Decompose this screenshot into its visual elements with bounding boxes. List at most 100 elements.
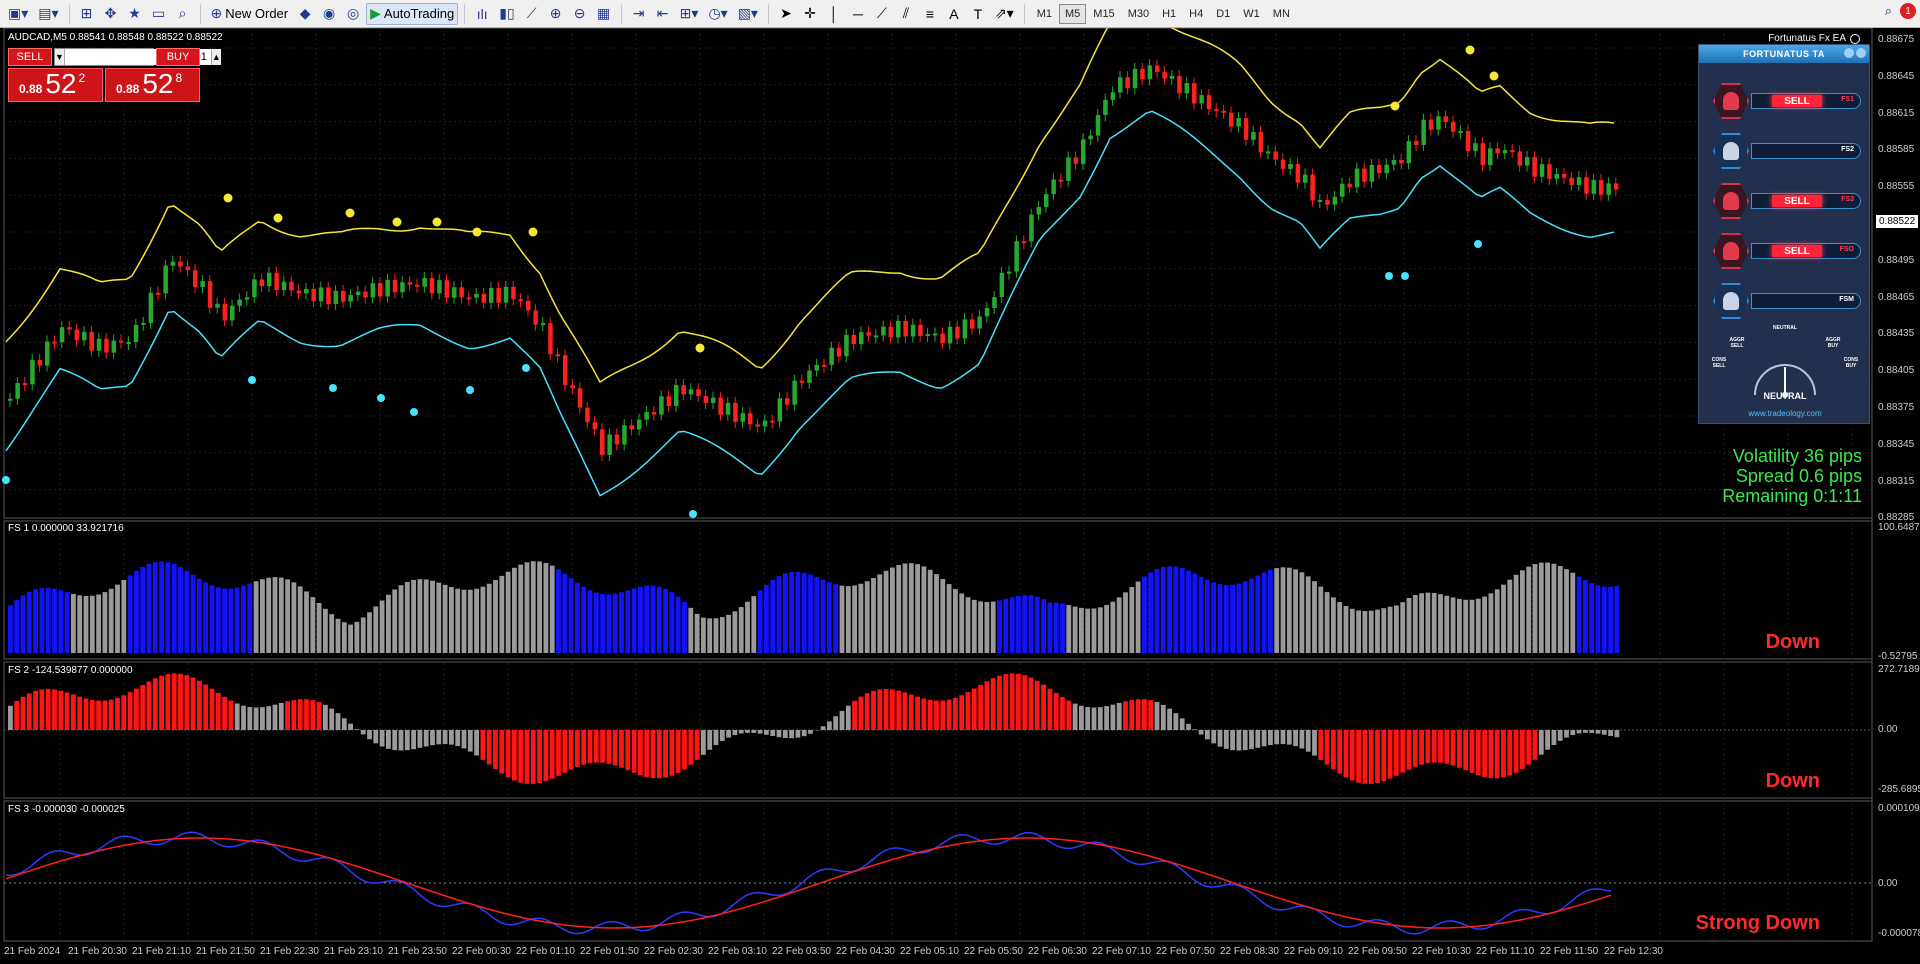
trendline-icon[interactable]: ⟋ bbox=[871, 3, 893, 25]
sell-button[interactable]: SELL bbox=[8, 48, 52, 66]
periods-icon[interactable]: ◷▾ bbox=[704, 3, 731, 25]
zoom-in-icon[interactable]: ⊕ bbox=[545, 3, 567, 25]
candle-body bbox=[37, 359, 43, 366]
bid-price-button[interactable]: 0.88 52 2 bbox=[8, 68, 103, 102]
tile-windows-icon[interactable]: ▦ bbox=[593, 3, 615, 25]
horizontal-line-icon[interactable]: ─ bbox=[847, 3, 869, 25]
fs1-bar bbox=[1274, 568, 1280, 653]
fs2-bar bbox=[329, 708, 335, 730]
timeframe-m15[interactable]: M15 bbox=[1087, 4, 1120, 24]
fs2-bar bbox=[1545, 730, 1550, 750]
line-chart-icon[interactable]: ⟋ bbox=[521, 3, 543, 25]
signals-icon[interactable]: ◉ bbox=[318, 3, 340, 25]
timeframe-h1[interactable]: H1 bbox=[1156, 4, 1182, 24]
fs2-bar bbox=[1079, 705, 1084, 730]
timeframe-w1[interactable]: W1 bbox=[1237, 4, 1266, 24]
fs2-bar bbox=[745, 730, 750, 733]
lot-up-icon[interactable]: ▲ bbox=[210, 49, 221, 65]
candle-body bbox=[163, 265, 168, 294]
timeframe-mn[interactable]: MN bbox=[1267, 4, 1296, 24]
fortunatus-url[interactable]: www.tradeology.com bbox=[1699, 409, 1871, 418]
candle-body bbox=[252, 279, 257, 298]
fs1-bar bbox=[1097, 607, 1103, 653]
fs1-bar bbox=[360, 617, 366, 653]
toolbar-right: ⌕ 1 bbox=[1885, 3, 1916, 19]
fs2-bar bbox=[474, 730, 479, 756]
fs2-bar bbox=[1003, 674, 1009, 730]
fs1-bar bbox=[537, 561, 542, 653]
notification-badge[interactable]: 1 bbox=[1900, 3, 1916, 19]
vertical-line-icon[interactable]: │ bbox=[823, 3, 845, 25]
fs2-bar bbox=[348, 723, 353, 730]
candle-body bbox=[1591, 180, 1597, 194]
signal-code: FS3 bbox=[1841, 196, 1854, 203]
lot-down-icon[interactable]: ▼ bbox=[55, 49, 65, 65]
buy-button[interactable]: BUY bbox=[156, 48, 200, 66]
data-window-icon[interactable]: ✥ bbox=[100, 3, 122, 25]
timeframe-m1[interactable]: M1 bbox=[1031, 4, 1058, 24]
fibonacci-icon[interactable]: ≡ bbox=[919, 3, 941, 25]
fs1-bar bbox=[386, 594, 391, 653]
search-icon[interactable]: ⌕ bbox=[1885, 3, 1892, 19]
templates-icon[interactable]: ▧▾ bbox=[734, 3, 762, 25]
arrows-icon[interactable]: ⇗▾ bbox=[991, 3, 1018, 25]
fs2-bar bbox=[45, 688, 51, 730]
bid-big: 52 bbox=[45, 68, 77, 99]
cursor-icon[interactable]: ➤ bbox=[775, 3, 797, 25]
metaeditor-icon[interactable]: ◆ bbox=[294, 3, 316, 25]
auto-scroll-icon[interactable]: ⇥ bbox=[628, 3, 650, 25]
chart-shift-icon[interactable]: ⇤ bbox=[652, 3, 674, 25]
chart-canvas[interactable] bbox=[0, 28, 1920, 964]
market-watch-icon[interactable]: ⊞ bbox=[76, 3, 98, 25]
terminal-icon[interactable]: ▭ bbox=[148, 3, 170, 25]
fs2-bar bbox=[323, 704, 328, 730]
candlestick-icon[interactable]: ▮▯ bbox=[495, 3, 518, 25]
navigator-icon[interactable]: ★ bbox=[124, 3, 146, 25]
timeframe-m30[interactable]: M30 bbox=[1122, 4, 1155, 24]
profiles-icon[interactable]: ▤▾ bbox=[34, 3, 62, 25]
candle-body bbox=[104, 338, 109, 353]
fs1-bar bbox=[1129, 586, 1135, 653]
ask-price-button[interactable]: 0.88 52 8 bbox=[105, 68, 200, 102]
channel-icon[interactable]: ⫽ bbox=[895, 3, 917, 25]
indicators-icon[interactable]: ⊞▾ bbox=[676, 3, 703, 25]
chart-window[interactable]: AUDCAD,M5 0.88541 0.88548 0.88522 0.8852… bbox=[0, 28, 1920, 964]
fs2-bar bbox=[1135, 699, 1141, 730]
signal-bar: SELL FSO bbox=[1751, 243, 1861, 259]
timeframe-d1[interactable]: D1 bbox=[1210, 4, 1236, 24]
fs2-bar bbox=[877, 689, 883, 730]
text-label-icon[interactable]: T bbox=[967, 3, 989, 25]
time-axis-label: 22 Feb 06:30 bbox=[1028, 946, 1087, 957]
candle-body bbox=[1236, 118, 1241, 127]
timeframe-h4[interactable]: H4 bbox=[1183, 4, 1209, 24]
fs2-bar bbox=[1457, 730, 1462, 768]
candle-body bbox=[1206, 95, 1212, 110]
lot-size-control: ▼ ▲ bbox=[54, 48, 221, 66]
close-icon[interactable] bbox=[1856, 48, 1866, 58]
zoom-out-icon[interactable]: ⊖ bbox=[569, 3, 591, 25]
fs2-bar bbox=[1362, 730, 1368, 784]
fs2-bar bbox=[1186, 723, 1191, 730]
bar-chart-icon[interactable]: ılı bbox=[471, 3, 493, 25]
fs2-bar bbox=[606, 730, 612, 764]
new-chart-icon[interactable]: ▣▾ bbox=[4, 3, 32, 25]
timeframe-m5[interactable]: M5 bbox=[1059, 3, 1087, 24]
candle-body bbox=[637, 419, 642, 430]
fs1-bar bbox=[171, 564, 177, 653]
candle-body bbox=[30, 359, 35, 385]
main-pane-frame bbox=[3, 28, 1873, 519]
fs1-bar bbox=[568, 578, 574, 653]
auto-trading-button[interactable]: ▶ AutoTrading bbox=[366, 2, 459, 25]
minimize-icon[interactable] bbox=[1844, 48, 1854, 58]
candle-body bbox=[1584, 177, 1589, 194]
fs1-bar bbox=[877, 574, 883, 653]
text-icon[interactable]: A bbox=[943, 3, 965, 25]
fs1-bar bbox=[1079, 607, 1084, 653]
new-order-button[interactable]: ⊕ New Order bbox=[207, 3, 293, 25]
strategy-tester-icon[interactable]: ⌕ bbox=[172, 3, 194, 25]
crosshair-icon[interactable]: ✛ bbox=[799, 3, 821, 25]
candle-body bbox=[1103, 99, 1108, 115]
market-icon[interactable]: ◎ bbox=[342, 3, 364, 25]
fs1-bar bbox=[1595, 585, 1601, 653]
fs1-bar bbox=[1551, 563, 1557, 653]
